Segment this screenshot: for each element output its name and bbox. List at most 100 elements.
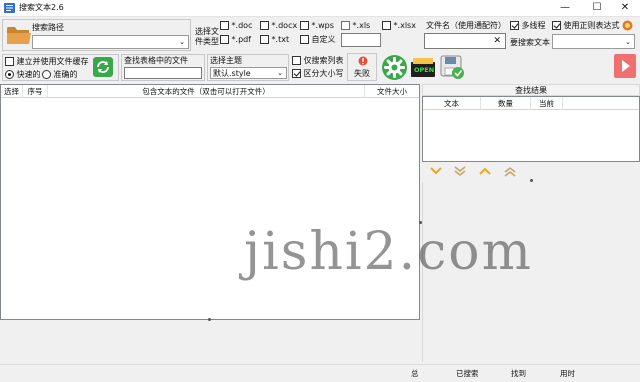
status-total: 总 (411, 369, 419, 378)
app-icon (4, 3, 15, 13)
radio-accurate[interactable]: 准确的 (42, 70, 78, 80)
open-file-icon[interactable]: OPEN (410, 57, 436, 78)
previous-result-icon[interactable] (479, 167, 491, 176)
docx-label: *.docx (271, 21, 298, 30)
help-icon[interactable] (622, 20, 633, 31)
last-result-icon[interactable] (454, 166, 466, 177)
file-name-label: 文件名（使用通配符） (426, 21, 506, 30)
multithread-checkbox-box[interactable] (510, 21, 519, 30)
regex-checkbox[interactable]: 使用正则表达式 (552, 21, 620, 31)
search-list-only-checkbox[interactable]: 仅搜索列表 (292, 56, 344, 66)
xlsx-label: *.xlsx (393, 21, 416, 30)
search-list-only-box[interactable] (292, 56, 301, 65)
wps-label: *.wps (311, 21, 334, 30)
checkbox-xlsx[interactable]: *.xlsx (382, 21, 416, 31)
status-bar: 总 已搜索 找到 用时 (0, 364, 640, 382)
table-search-group: 查找表格中的文件 (121, 54, 205, 81)
cache-checkbox-box[interactable] (5, 57, 14, 66)
search-path-label: 搜索路径 (32, 23, 64, 32)
regex-label: 使用正则表达式 (563, 21, 620, 30)
checkbox-pdf[interactable]: *.pdf (220, 35, 251, 45)
status-elapsed: 用时 (560, 369, 575, 378)
chevron-down-icon: ⌄ (625, 37, 631, 46)
checkbox-xls[interactable]: *.xls (341, 21, 370, 31)
file-table[interactable]: 选择 序号 包含文本的文件（双击可以打开文件） 文件大小 (0, 84, 420, 320)
checkbox-txt[interactable]: *.txt (260, 35, 289, 45)
watermark-text: jishi2.com (244, 222, 533, 282)
doc-label: *.doc (231, 21, 253, 30)
search-path-combo[interactable]: ⌄ (32, 35, 189, 49)
pdf-checkbox-box[interactable] (220, 35, 229, 44)
theme-group: 选择主题 默认.style ⌄ (207, 54, 289, 81)
custom-checkbox-box[interactable] (300, 35, 309, 44)
custom-extension-input[interactable] (341, 33, 381, 47)
column-header-index[interactable]: 序号 (23, 85, 48, 98)
checkbox-docx[interactable]: *.docx (260, 21, 297, 31)
xls-checkbox-box[interactable] (341, 21, 350, 30)
wps-checkbox-box[interactable] (300, 21, 309, 30)
checkbox-wps[interactable]: *.wps (300, 21, 334, 31)
info-icon (358, 56, 368, 66)
refresh-icon[interactable] (93, 57, 113, 77)
accurate-radio-dot[interactable] (42, 70, 51, 79)
minimize-button[interactable]: — (550, 0, 580, 17)
save-icon[interactable] (440, 55, 465, 80)
first-result-icon[interactable] (504, 166, 516, 177)
multithread-label: 多线程 (521, 21, 546, 30)
accurate-label: 准确的 (53, 70, 78, 79)
column-header-select[interactable]: 选择 (1, 85, 23, 98)
results-column-count[interactable]: 数量 (481, 97, 531, 110)
maximize-button[interactable]: ☐ (582, 0, 612, 17)
case-sensitive-label: 区分大小写 (303, 69, 344, 78)
next-result-icon[interactable] (430, 167, 442, 176)
clear-icon[interactable]: ✕ (493, 35, 501, 47)
txt-label: *.txt (271, 35, 290, 44)
results-title: 查找结果 (422, 84, 640, 96)
cache-label: 建立并使用文件缓存 (16, 57, 89, 66)
radio-fast[interactable]: 快速的 (5, 70, 41, 80)
status-searched: 已搜索 (456, 369, 479, 378)
fast-radio-dot[interactable] (5, 70, 14, 79)
results-column-text[interactable]: 文本 (423, 97, 481, 110)
results-column-current[interactable]: 当前 (531, 97, 563, 110)
column-header-size[interactable]: 文件大小 (365, 85, 419, 98)
settings-gear-icon[interactable] (381, 54, 408, 81)
chevron-down-icon: ⌄ (179, 38, 185, 46)
folder-icon[interactable] (6, 23, 32, 47)
theme-select[interactable]: 默认.style ⌄ (210, 67, 287, 79)
results-table-header: 文本 数量 当前 (423, 97, 639, 110)
doc-checkbox-box[interactable] (220, 21, 229, 30)
table-search-label: 查找表格中的文件 (124, 56, 188, 65)
regex-checkbox-box[interactable] (552, 21, 561, 30)
fail-button[interactable]: 失败 (347, 53, 377, 81)
cache-checkbox[interactable]: 建立并使用文件缓存 (5, 57, 89, 67)
fast-label: 快速的 (16, 70, 41, 79)
title-bar: 搜索文本2.6 — ☐ ✕ (0, 0, 640, 17)
case-sensitive-checkbox[interactable]: 区分大小写 (292, 69, 344, 79)
column-header-file[interactable]: 包含文本的文件（双击可以打开文件） (48, 85, 365, 98)
results-table[interactable]: 文本 数量 当前 (422, 96, 640, 162)
fail-label: 失败 (354, 69, 370, 78)
theme-value: 默认.style (213, 69, 251, 78)
xlsx-checkbox-box[interactable] (382, 21, 391, 30)
window-title: 搜索文本2.6 (19, 3, 64, 12)
case-sensitive-box[interactable] (292, 69, 301, 78)
file-type-label-1: 选择文 (195, 27, 219, 36)
splitter-handle[interactable] (208, 318, 211, 321)
multithread-checkbox[interactable]: 多线程 (510, 21, 546, 31)
open-label: OPEN (414, 66, 435, 74)
close-button[interactable]: ✕ (610, 0, 640, 17)
file-name-input[interactable]: ✕ (424, 33, 506, 49)
table-search-input[interactable] (124, 67, 202, 79)
play-icon[interactable] (614, 54, 636, 78)
pdf-label: *.pdf (231, 35, 252, 44)
docx-checkbox-box[interactable] (260, 21, 269, 30)
checkbox-doc[interactable]: *.doc (220, 21, 252, 31)
xls-label: *.xls (352, 21, 371, 30)
search-path-group: 搜索路径 ⌄ (2, 19, 191, 51)
search-text-combo[interactable]: ⌄ (552, 34, 635, 49)
search-list-only-label: 仅搜索列表 (303, 56, 344, 65)
txt-checkbox-box[interactable] (260, 35, 269, 44)
chevron-down-icon: ⌄ (277, 69, 283, 77)
checkbox-custom[interactable]: 自定义 (300, 35, 336, 45)
